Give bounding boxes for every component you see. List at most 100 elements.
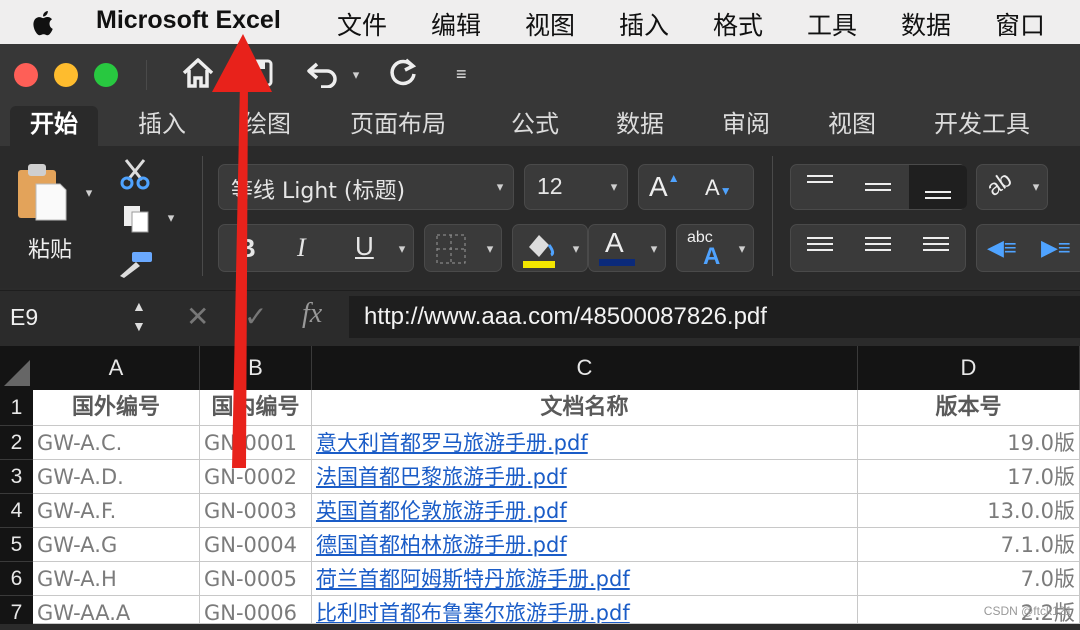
format-painter-icon[interactable]	[118, 250, 154, 278]
table-cell[interactable]: 7.0版	[858, 562, 1080, 596]
table-cell[interactable]: GW-A.H	[33, 562, 200, 596]
align-middle-icon[interactable]	[865, 183, 891, 185]
font-name-select[interactable]: 等线 Light (标题) ▾	[218, 164, 514, 210]
row-header[interactable]: 3	[0, 460, 33, 494]
customize-toolbar-icon[interactable]: ≡	[456, 64, 467, 85]
table-cell[interactable]: GN-0006	[200, 596, 312, 624]
menu-file[interactable]: 文件	[337, 6, 387, 42]
table-cell[interactable]: GN-0005	[200, 562, 312, 596]
app-name-menu[interactable]: Microsoft Excel	[96, 6, 281, 35]
select-all-corner[interactable]	[0, 346, 33, 390]
tab-insert[interactable]: 插入	[138, 106, 186, 146]
italic-button[interactable]: I	[297, 233, 306, 263]
name-box-stepper-icon[interactable]: ▲ ▼	[132, 296, 146, 336]
decrease-indent-icon[interactable]: ◀≡	[987, 235, 1017, 261]
undo-dropdown-icon[interactable]: ▾	[349, 68, 363, 82]
table-cell[interactable]: GW-A.C.	[33, 426, 200, 460]
undo-icon[interactable]	[305, 58, 339, 88]
tab-data[interactable]: 数据	[616, 106, 664, 146]
underline-button[interactable]: U	[355, 231, 374, 262]
document-link[interactable]: 英国首都伦敦旅游手册.pdf	[312, 494, 858, 528]
phonetic-button[interactable]: abc A ▾	[676, 224, 754, 272]
align-top-icon[interactable]	[807, 175, 833, 177]
menu-data[interactable]: 数据	[901, 6, 951, 42]
decrease-font-size-icon[interactable]: A▼	[705, 175, 732, 201]
font-size-select[interactable]: 12 ▾	[524, 164, 628, 210]
tab-view[interactable]: 视图	[828, 106, 876, 146]
tab-developer[interactable]: 开发工具	[934, 106, 1030, 146]
font-color-button[interactable]: A ▾	[588, 224, 666, 272]
column-header-b[interactable]: B	[200, 346, 312, 390]
document-link[interactable]: 意大利首都罗马旅游手册.pdf	[312, 426, 858, 460]
tab-formulas[interactable]: 公式	[511, 106, 559, 146]
menu-view[interactable]: 视图	[525, 6, 575, 42]
align-bottom-button[interactable]	[909, 165, 967, 209]
copy-dropdown-icon[interactable]: ▾	[164, 211, 178, 225]
row-header[interactable]: 5	[0, 528, 33, 562]
apple-logo-icon[interactable]	[29, 8, 59, 38]
align-right-icon[interactable]	[923, 237, 949, 239]
bold-button[interactable]: B	[237, 233, 256, 264]
paste-icon[interactable]	[14, 160, 70, 224]
copy-icon[interactable]	[122, 204, 152, 234]
row-header[interactable]: 6	[0, 562, 33, 596]
table-cell[interactable]: GN-0004	[200, 528, 312, 562]
redo-icon[interactable]	[386, 56, 420, 90]
document-link[interactable]: 德国首都柏林旅游手册.pdf	[312, 528, 858, 562]
table-cell[interactable]: GW-A.G	[33, 528, 200, 562]
cancel-entry-icon[interactable]: ✕	[186, 300, 209, 333]
tab-page-layout[interactable]: 页面布局	[350, 106, 446, 146]
table-cell[interactable]: GW-AA.A	[33, 596, 200, 624]
table-cell[interactable]: GN-0002	[200, 460, 312, 494]
save-icon[interactable]	[244, 58, 274, 88]
row-header[interactable]: 7	[0, 596, 33, 624]
confirm-entry-icon[interactable]: ✓	[244, 300, 267, 333]
row-header[interactable]: 1	[0, 390, 33, 426]
menu-format[interactable]: 格式	[713, 6, 763, 42]
table-cell[interactable]: GW-A.D.	[33, 460, 200, 494]
tab-review[interactable]: 审阅	[722, 106, 770, 146]
table-cell[interactable]: 17.0版	[858, 460, 1080, 494]
table-cell[interactable]: GW-A.F.	[33, 494, 200, 528]
row-header[interactable]: 2	[0, 426, 33, 460]
insert-function-button[interactable]: fx	[302, 298, 322, 330]
column-header-a[interactable]: A	[33, 346, 200, 390]
document-link[interactable]: 法国首都巴黎旅游手册.pdf	[312, 460, 858, 494]
table-header-cell[interactable]: 国内编号	[200, 390, 312, 426]
column-header-c[interactable]: C	[312, 346, 858, 390]
increase-font-size-icon[interactable]: A▲	[649, 171, 680, 203]
borders-button[interactable]: ▾	[424, 224, 502, 272]
underline-dropdown-icon[interactable]: ▾	[395, 242, 409, 256]
zoom-window-button[interactable]	[94, 63, 118, 87]
paste-dropdown-icon[interactable]: ▾	[82, 186, 96, 200]
paste-label[interactable]: 粘贴	[28, 232, 72, 264]
table-cell[interactable]: GN-0001	[200, 426, 312, 460]
tab-draw[interactable]: 绘图	[243, 106, 291, 146]
tab-home[interactable]: 开始	[10, 106, 98, 146]
column-header-d[interactable]: D	[858, 346, 1080, 390]
menu-insert[interactable]: 插入	[619, 6, 669, 42]
close-window-button[interactable]	[14, 63, 38, 87]
menu-tools[interactable]: 工具	[807, 6, 857, 42]
formula-input[interactable]: http://www.aaa.com/48500087826.pdf	[349, 296, 1080, 338]
table-cell[interactable]: GN-0003	[200, 494, 312, 528]
orientation-button[interactable]: ab ▾	[976, 164, 1048, 210]
menu-window[interactable]: 窗口	[995, 6, 1045, 42]
table-cell[interactable]: 19.0版	[858, 426, 1080, 460]
home-icon[interactable]	[180, 56, 216, 90]
table-header-cell[interactable]: 版本号	[858, 390, 1080, 426]
row-header[interactable]: 4	[0, 494, 33, 528]
table-cell[interactable]: 7.1.0版	[858, 528, 1080, 562]
document-link[interactable]: 比利时首都布鲁塞尔旅游手册.pdf	[312, 596, 858, 624]
table-header-cell[interactable]: 国外编号	[33, 390, 200, 426]
menu-edit[interactable]: 编辑	[431, 6, 481, 42]
align-left-icon[interactable]	[807, 237, 833, 239]
table-cell[interactable]: 13.0.0版	[858, 494, 1080, 528]
table-header-cell[interactable]: 文档名称	[312, 390, 858, 426]
align-center-icon[interactable]	[865, 237, 891, 239]
cut-icon[interactable]	[118, 156, 152, 190]
fill-color-button[interactable]: ▾	[512, 224, 588, 272]
increase-indent-icon[interactable]: ▶≡	[1041, 235, 1071, 261]
minimize-window-button[interactable]	[54, 63, 78, 87]
document-link[interactable]: 荷兰首都阿姆斯特丹旅游手册.pdf	[312, 562, 858, 596]
